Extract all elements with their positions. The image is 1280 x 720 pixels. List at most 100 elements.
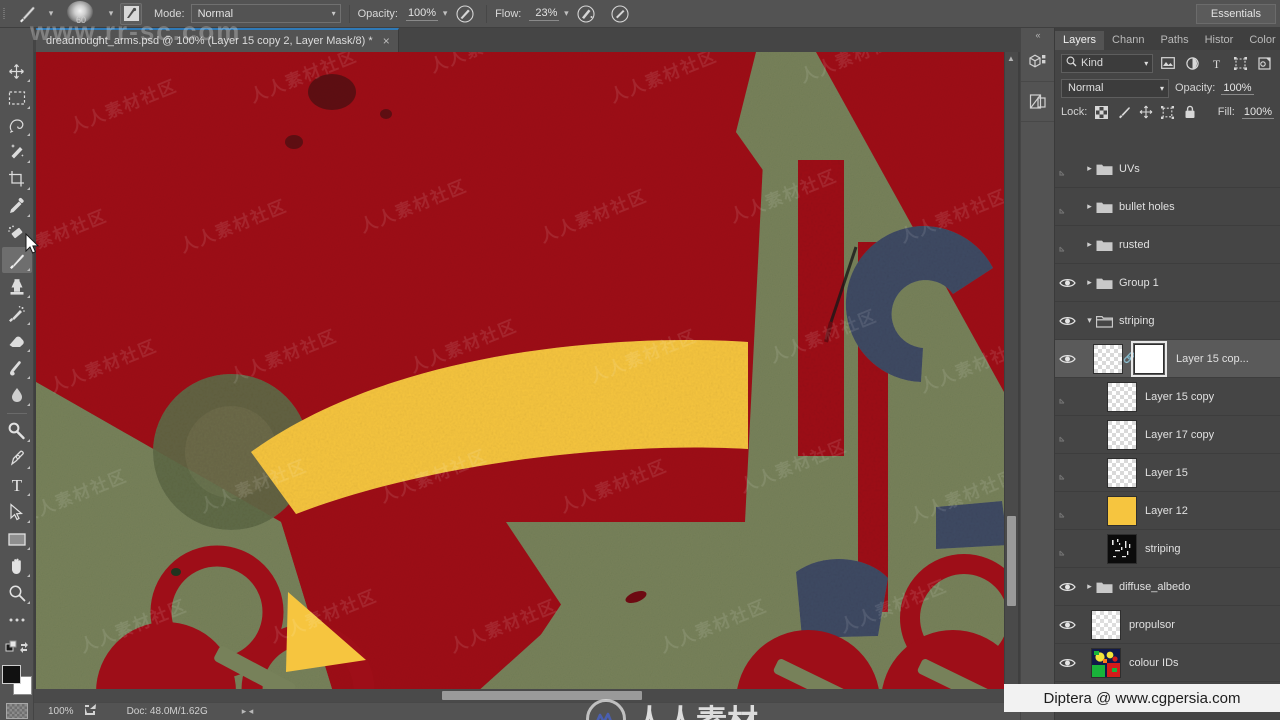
layer-row-uvs[interactable]: ▸ UVs <box>1055 150 1280 188</box>
layer-visibility-toggle[interactable] <box>1055 340 1079 378</box>
move-tool[interactable] <box>2 58 32 84</box>
group-disclosure-icon[interactable]: ▸ <box>1083 239 1096 250</box>
layer-row-layer-17-copy[interactable]: Layer 17 copy <box>1055 416 1280 454</box>
layer-visibility-toggle[interactable] <box>1055 644 1079 682</box>
opacity-chevron-icon[interactable]: ▾ <box>438 1 452 27</box>
lock-all-icon[interactable] <box>1182 105 1197 120</box>
filter-adjustment-icon[interactable] <box>1182 54 1201 73</box>
layer-opacity-value[interactable]: 100% <box>1221 82 1254 95</box>
blur-tool[interactable] <box>2 382 32 408</box>
status-chevron-icon[interactable]: ▸ ◂ <box>242 706 254 717</box>
layer-visibility-toggle[interactable] <box>1055 606 1079 644</box>
brush-size-preview[interactable]: 60 <box>58 0 104 27</box>
lock-artboard-nesting-icon[interactable] <box>1160 105 1175 120</box>
canvas-horizontal-scrollbar[interactable] <box>34 689 1006 702</box>
blend-mode-select[interactable]: Normal ▾ <box>190 4 341 23</box>
layer-blend-mode-select[interactable]: Normal ▾ <box>1061 78 1169 98</box>
tab-layers[interactable]: Layers <box>1055 31 1105 50</box>
filter-smart-object-icon[interactable] <box>1255 54 1274 73</box>
tab-history[interactable]: Histor <box>1197 31 1242 50</box>
brush-tool[interactable] <box>1 247 32 273</box>
scrollbar-thumb-horizontal[interactable] <box>442 691 642 700</box>
gradient-tool[interactable] <box>2 355 32 381</box>
options-bar-grip[interactable] <box>0 0 10 28</box>
tab-paths[interactable]: Paths <box>1152 31 1196 50</box>
layer-thumbnail[interactable] <box>1091 647 1121 678</box>
document-tab[interactable]: dreadnought_arms.psd @ 100% (Layer 15 co… <box>36 28 399 52</box>
tab-channels[interactable]: Chann <box>1104 31 1152 50</box>
layer-row-layer-12[interactable]: Layer 12 <box>1055 492 1280 530</box>
history-brush-tool[interactable] <box>2 301 32 327</box>
layer-visibility-toggle[interactable] <box>1055 264 1079 302</box>
group-disclosure-icon[interactable]: ▸ <box>1083 581 1096 592</box>
chevron-up-icon[interactable]: ▲ <box>1007 54 1015 63</box>
group-disclosure-icon[interactable]: ▸ <box>1083 277 1096 288</box>
filter-pixel-icon[interactable] <box>1158 54 1177 73</box>
rectangle-tool[interactable] <box>2 526 32 552</box>
layer-visibility-toggle[interactable] <box>1055 530 1079 568</box>
path-selection-tool[interactable] <box>2 499 32 525</box>
brush-smoothing-icon[interactable] <box>609 3 631 25</box>
layer-thumbnail[interactable] <box>1093 343 1123 374</box>
zoom-level[interactable]: 100% <box>48 706 74 717</box>
share-icon[interactable] <box>84 704 97 719</box>
clone-stamp-tool[interactable] <box>2 274 32 300</box>
layer-row-layer-15-copy[interactable]: Layer 15 copy <box>1055 378 1280 416</box>
layer-visibility-toggle[interactable] <box>1055 150 1079 188</box>
group-disclosure-icon[interactable]: ▸ <box>1083 201 1096 212</box>
layer-visibility-toggle[interactable] <box>1055 226 1079 264</box>
pressure-opacity-icon[interactable] <box>454 3 476 25</box>
tab-color[interactable]: Color <box>1241 31 1280 50</box>
eraser-tool[interactable] <box>2 328 32 354</box>
layer-visibility-toggle[interactable] <box>1055 302 1079 340</box>
fill-value[interactable]: 100% <box>1241 106 1274 119</box>
mask-link-icon[interactable]: 🔗 <box>1123 353 1135 364</box>
quick-mask-toggle-icon[interactable] <box>5 703 28 719</box>
scrollbar-thumb[interactable] <box>1007 516 1016 606</box>
layer-thumbnail[interactable] <box>1107 457 1137 488</box>
layer-row-propulsor[interactable]: propulsor <box>1055 606 1280 644</box>
lock-transparent-pixels-icon[interactable] <box>1094 105 1109 120</box>
rectangular-marquee-tool[interactable] <box>2 85 32 111</box>
layer-row-layer-15-copy-2[interactable]: 🔗 Layer 15 cop... <box>1055 340 1280 378</box>
layer-row-diffuse-albedo[interactable]: ▸ diffuse_albedo <box>1055 568 1280 606</box>
layer-thumbnail[interactable] <box>1107 381 1137 412</box>
airbrush-icon[interactable] <box>575 3 597 25</box>
default-colors-and-swap[interactable] <box>2 634 32 660</box>
color-swatches[interactable] <box>1 665 32 695</box>
hand-tool[interactable] <box>2 553 32 579</box>
layer-row-colour-ids[interactable]: colour IDs <box>1055 644 1280 682</box>
eyedropper-tool[interactable] <box>2 193 32 219</box>
layer-visibility-toggle[interactable] <box>1055 378 1079 416</box>
quick-selection-tool[interactable] <box>2 139 32 165</box>
zoom-tool[interactable] <box>2 580 32 606</box>
layer-visibility-toggle[interactable] <box>1055 416 1079 454</box>
brush-preset-chevron-icon[interactable]: ▾ <box>44 1 58 27</box>
close-icon[interactable]: × <box>383 35 390 47</box>
canvas[interactable]: 人人素材社区 人人素材社区 人人素材社区 人人素材社区 人人素材社区 人人素材社… <box>36 52 1004 702</box>
brush-tool-icon[interactable] <box>10 1 44 27</box>
layer-visibility-toggle[interactable] <box>1055 454 1079 492</box>
layer-row-group-1[interactable]: ▸ Group 1 <box>1055 264 1280 302</box>
spot-healing-brush-tool[interactable] <box>2 220 32 246</box>
edit-toolbar-ellipsis[interactable] <box>2 607 32 633</box>
flow-chevron-icon[interactable]: ▾ <box>559 1 573 27</box>
layer-thumbnail[interactable] <box>1107 495 1137 526</box>
brush-panel-chevron-icon[interactable]: ▾ <box>104 1 118 27</box>
group-disclosure-icon[interactable]: ▾ <box>1083 315 1096 326</box>
layer-thumbnail[interactable] <box>1107 419 1137 450</box>
workspace-switcher[interactable]: Essentials <box>1195 3 1276 24</box>
lock-position-icon[interactable] <box>1138 105 1153 120</box>
3d-panel-icon[interactable] <box>1021 42 1055 82</box>
lasso-tool[interactable] <box>2 112 32 138</box>
group-disclosure-icon[interactable]: ▸ <box>1083 163 1096 174</box>
canvas-vertical-scrollbar[interactable]: ▲ <box>1005 52 1018 702</box>
layer-thumbnail[interactable] <box>1107 533 1137 564</box>
filter-type-icon[interactable]: T <box>1207 54 1226 73</box>
dodge-tool[interactable] <box>2 418 32 444</box>
layer-thumbnail[interactable] <box>1091 609 1121 640</box>
crop-tool[interactable] <box>2 166 32 192</box>
layer-visibility-toggle[interactable] <box>1055 568 1079 606</box>
collapse-panels-icon[interactable]: « <box>1021 28 1054 42</box>
properties-panel-icon[interactable] <box>1021 82 1055 122</box>
